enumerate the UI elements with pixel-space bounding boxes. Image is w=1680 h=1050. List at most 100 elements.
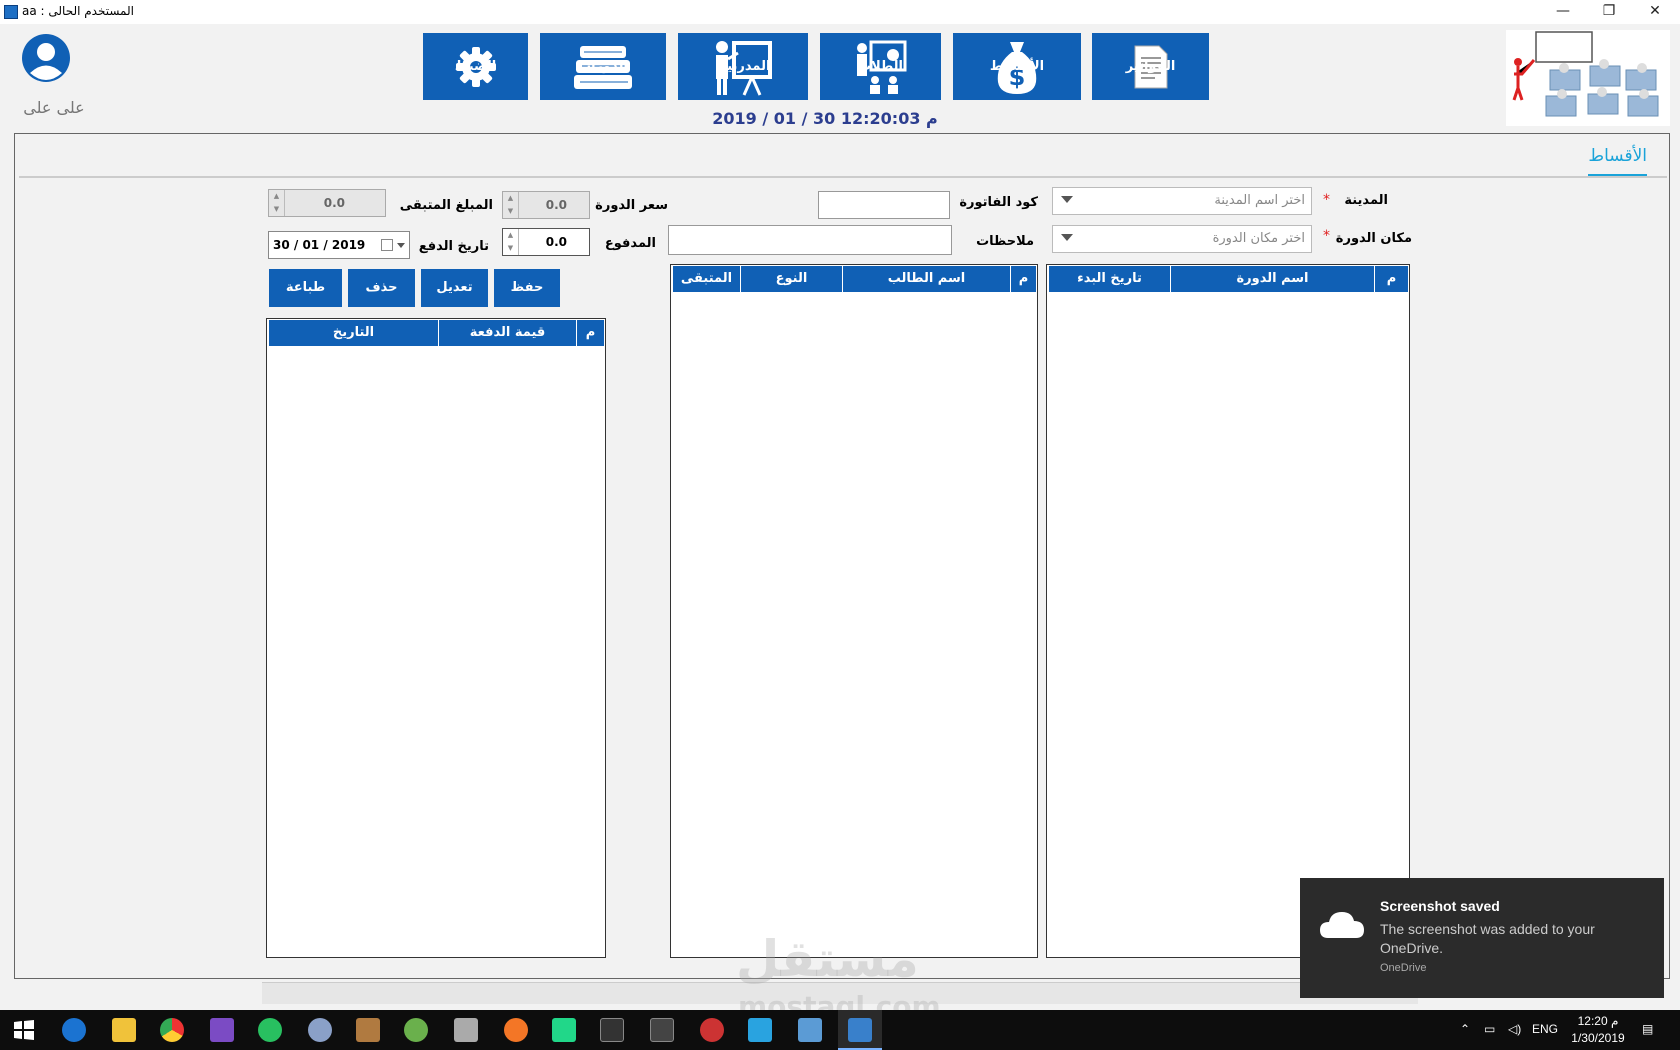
edit-button[interactable]: تعديل [421,269,488,307]
course-price-value: 0.0 [545,198,567,212]
pycharm-app-icon[interactable] [552,1018,576,1042]
window-title: المستخدم الحالى : aa [22,4,134,18]
taskbar-clock[interactable]: 12:20 م 1/30/2019 [1568,1013,1628,1047]
courses-grid-header: م اسم الدورة تاريخ البدء [1048,266,1408,292]
spider-app-icon[interactable] [700,1018,724,1042]
file-explorer-icon[interactable] [112,1018,136,1042]
nav-installments-button[interactable]: الأقساط $ [953,33,1081,100]
chevron-down-icon [1061,234,1073,241]
tab-divider [19,176,1667,178]
invoice-code-label: كود الفاتورة [959,195,1038,210]
print-button[interactable]: طباعة [269,269,342,307]
city-label: المدينة [1344,193,1388,208]
toast-body: The screenshot was added to your OneDriv… [1380,921,1595,956]
column-header[interactable]: م [1010,266,1036,292]
console-app-icon[interactable] [650,1018,674,1042]
remaining-amount-stepper[interactable]: ▲ ▼ 0.0 [268,189,386,217]
paid-value: 0.0 [545,235,567,249]
tray-chevron-up-icon[interactable]: ⌃ [1460,1022,1470,1036]
column-header[interactable]: المتبقى [672,266,740,292]
settings-app-icon[interactable] [308,1018,332,1042]
tab-installments[interactable]: الأقساط [1588,146,1647,177]
notes-input[interactable] [668,225,952,255]
user-avatar-icon[interactable] [20,32,72,84]
stepper-arrows-icon[interactable]: ▲ ▼ [269,190,285,216]
remaining-amount-value: 0.0 [323,196,345,210]
book-app-icon[interactable] [798,1018,822,1042]
stepper-arrows-icon[interactable]: ▲ ▼ [503,192,519,218]
students-grid-header: م اسم الطالب النوع المتبقى [672,266,1036,292]
windows-start-icon[interactable] [12,1018,36,1042]
chevron-down-icon [1061,196,1073,203]
nav-invoices-button[interactable]: الفواتير [1092,33,1209,100]
column-header[interactable]: اسم الدورة [1170,266,1374,292]
column-header[interactable]: م [576,320,604,346]
calendar-icon[interactable] [381,239,393,251]
course-location-combobox[interactable]: اختر مكان الدورة [1052,225,1312,253]
visual-studio-icon[interactable] [210,1018,234,1042]
toast-source: OneDrive [1380,962,1427,974]
minimize-button[interactable]: — [1540,0,1586,24]
course-price-stepper[interactable]: ▲ ▼ 0.0 [502,191,590,219]
nav-courses-label: الدورات [578,59,628,74]
toast-title: Screenshot saved [1380,898,1500,914]
terminal-app-icon[interactable] [600,1018,624,1042]
column-header[interactable]: النوع [740,266,842,292]
column-header[interactable]: اسم الطالب [842,266,1010,292]
jupyter-app-icon[interactable] [504,1018,528,1042]
nav-settings-button[interactable]: الضبط [423,33,528,100]
course-location-placeholder: اختر مكان الدورة [1212,231,1305,246]
save-button[interactable]: حفظ [494,269,560,307]
nav-students-button[interactable]: الطلاب [820,33,941,100]
nav-trainers-button[interactable]: المدربين [678,33,808,100]
nav-invoices-label: الفواتير [1125,59,1176,74]
nav-students-label: الطلاب [858,59,903,74]
payments-grid[interactable]: م قيمة الدفعة التاريخ [266,318,606,958]
app-icon [4,5,18,19]
column-header[interactable]: قيمة الدفعة [438,320,576,346]
payments-grid-header: م قيمة الدفعة التاريخ [268,320,604,346]
volume-icon[interactable]: ◁) [1508,1022,1521,1036]
onedrive-toast[interactable]: Screenshot saved The screenshot was adde… [1300,878,1664,998]
payment-date-picker[interactable]: 30 / 01 / 2019 [268,231,410,259]
column-header[interactable]: م [1374,266,1408,292]
cloud-icon [1320,912,1364,938]
maximize-button[interactable]: ❐ [1586,0,1632,24]
nav-installments-label: الأقساط [989,59,1045,74]
current-user-name: على على [23,98,85,117]
edge-browser-icon[interactable] [62,1018,86,1042]
invoice-code-input[interactable] [818,191,950,219]
chrome-browser-icon[interactable] [160,1018,184,1042]
database-app-icon[interactable] [454,1018,478,1042]
paint-app-icon[interactable] [404,1018,428,1042]
title-bar: المستخدم الحالى : aa — ❐ ✕ [0,0,1680,24]
language-indicator[interactable]: ENG [1532,1022,1558,1036]
clock-date: 1/30/2019 [1571,1031,1625,1045]
notification-center-icon[interactable]: ▤ [1642,1022,1653,1036]
courses-grid[interactable]: م اسم الدورة تاريخ البدء [1046,264,1410,958]
network-icon[interactable]: ▭ [1484,1022,1495,1036]
city-placeholder: اختر اسم المدينة [1214,193,1305,208]
nav-courses-button[interactable]: الدورات [540,33,666,100]
remaining-amount-label: المبلغ المتبقى [399,198,493,213]
students-grid[interactable]: م اسم الطالب النوع المتبقى [670,264,1038,958]
city-combobox[interactable]: اختر اسم المدينة [1052,187,1312,215]
course-price-label: سعر الدورة [595,198,668,213]
tools-app-icon[interactable] [356,1018,380,1042]
close-button[interactable]: ✕ [1632,0,1678,24]
delete-button[interactable]: حذف [348,269,415,307]
column-header[interactable]: التاريخ [268,320,438,346]
taskbar: ⌃ ▭ ◁) ENG 12:20 م 1/30/2019 ▤ [0,1010,1680,1050]
location-required-mark: * [1323,228,1330,244]
classroom-logo-image [1506,30,1670,126]
column-header[interactable]: تاريخ البدء [1048,266,1170,292]
paid-stepper[interactable]: ▲ ▼ 0.0 [502,228,590,256]
course-location-label: مكان الدورة [1335,231,1412,246]
chevron-down-icon[interactable] [397,243,405,248]
watermark-logo-text: مستقل [736,930,919,988]
stepper-arrows-icon[interactable]: ▲ ▼ [503,229,519,255]
paid-label: المدفوع [604,236,656,251]
payment-date-label: تاريخ الدفع [418,239,489,254]
whatsapp-icon[interactable] [258,1018,282,1042]
remote-app-icon[interactable] [748,1018,772,1042]
